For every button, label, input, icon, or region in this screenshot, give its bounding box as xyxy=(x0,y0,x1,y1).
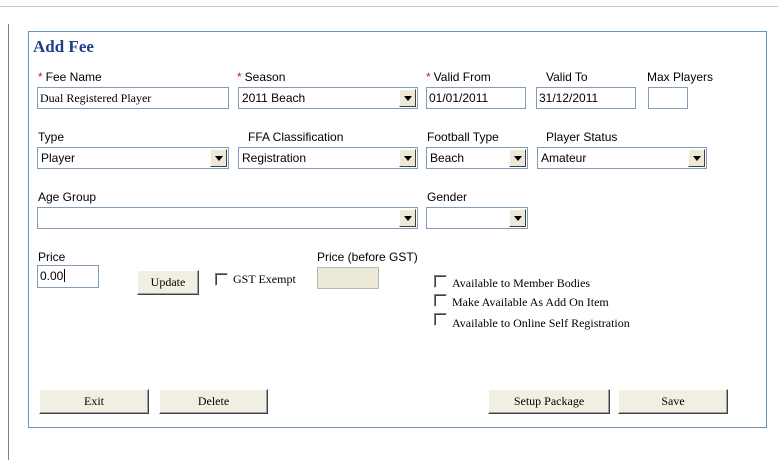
max-players-input[interactable] xyxy=(648,87,688,109)
online-self-registration-checkbox[interactable] xyxy=(434,313,447,326)
update-button[interactable]: Update xyxy=(137,270,199,295)
fee-name-input[interactable]: Dual Registered Player xyxy=(37,87,229,109)
required-marker: * xyxy=(426,70,431,84)
gender-select[interactable] xyxy=(426,207,528,229)
season-label: * Season xyxy=(237,70,286,84)
chevron-down-icon[interactable] xyxy=(399,209,416,227)
price-before-gst-label: Price (before GST) xyxy=(317,250,418,264)
required-marker: * xyxy=(237,70,242,84)
chevron-down-icon[interactable] xyxy=(509,209,526,227)
ffa-classification-label: FFA Classification xyxy=(248,130,344,144)
member-bodies-label: Available to Member Bodies xyxy=(452,276,591,290)
gst-exempt-label: GST Exempt xyxy=(233,272,296,286)
add-on-item-label: Make Available As Add On Item xyxy=(452,295,609,309)
ffa-classification-select[interactable]: Registration xyxy=(238,147,418,169)
chevron-down-icon[interactable] xyxy=(688,149,705,167)
price-before-gst-input xyxy=(317,267,379,289)
player-status-label: Player Status xyxy=(546,130,618,144)
season-select[interactable]: 2011 Beach xyxy=(238,87,418,109)
page-title: Add Fee xyxy=(33,37,94,56)
valid-from-input[interactable]: 01/01/2011 xyxy=(426,87,526,109)
delete-button[interactable]: Delete xyxy=(159,389,268,414)
top-divider xyxy=(0,6,778,7)
age-group-select[interactable] xyxy=(37,207,418,229)
valid-from-label: * Valid From xyxy=(426,70,491,84)
age-group-label: Age Group xyxy=(38,190,97,204)
player-status-select[interactable]: Amateur xyxy=(537,147,707,169)
setup-package-button[interactable]: Setup Package xyxy=(488,389,610,414)
add-on-item-checkbox[interactable] xyxy=(434,294,447,307)
required-marker: * xyxy=(38,70,43,84)
gst-exempt-checkbox[interactable] xyxy=(215,273,228,286)
price-input[interactable]: 0.00 xyxy=(37,265,99,288)
chevron-down-icon[interactable] xyxy=(210,149,227,167)
type-label: Type xyxy=(38,130,65,144)
price-label: Price xyxy=(38,250,66,264)
text-cursor xyxy=(64,269,66,282)
chevron-down-icon[interactable] xyxy=(509,149,526,167)
valid-to-label: Valid To xyxy=(546,70,588,84)
left-frame-border xyxy=(8,24,9,460)
chevron-down-icon[interactable] xyxy=(399,149,416,167)
chevron-down-icon[interactable] xyxy=(399,89,416,107)
valid-to-input[interactable]: 31/12/2011 xyxy=(536,87,636,109)
max-players-label: Max Players xyxy=(647,70,714,84)
member-bodies-checkbox[interactable] xyxy=(434,275,447,288)
save-button[interactable]: Save xyxy=(618,389,728,414)
type-select[interactable]: Player xyxy=(37,147,229,169)
exit-button[interactable]: Exit xyxy=(39,389,149,414)
football-type-label: Football Type xyxy=(427,130,499,144)
online-self-registration-label: Available to Online Self Registration xyxy=(452,316,630,330)
fee-name-label: * Fee Name xyxy=(38,70,102,84)
gender-label: Gender xyxy=(427,190,468,204)
football-type-select[interactable]: Beach xyxy=(426,147,528,169)
